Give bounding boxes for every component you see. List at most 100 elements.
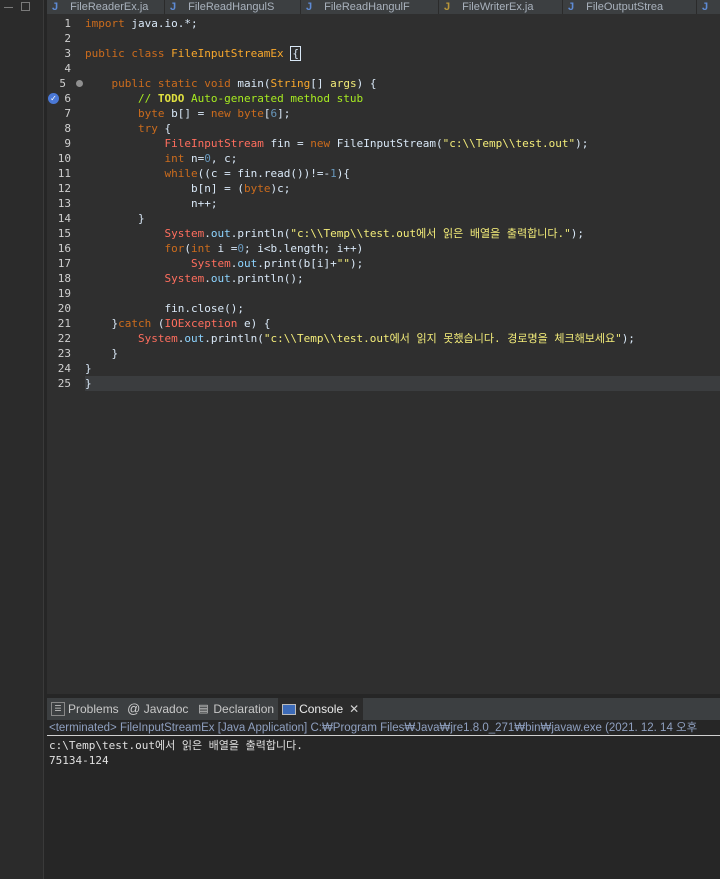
- code-token: import: [85, 17, 125, 30]
- console-output[interactable]: c:\Temp\test.out에서 읽은 배열을 출력합니다. 75134-1…: [49, 738, 719, 768]
- java-file-icon: J: [170, 1, 177, 13]
- code-token: .: [204, 227, 211, 240]
- code-token: public class: [85, 47, 172, 60]
- code-token: for: [164, 242, 185, 255]
- tab-problems[interactable]: ☰ Problems: [47, 698, 123, 720]
- line-number: 23: [57, 347, 71, 360]
- line-number: 5: [59, 77, 66, 90]
- editor-tab[interactable]: J FileOutputStrea: [563, 0, 697, 14]
- code-token: "": [336, 257, 350, 270]
- tab-label: FileOutputStrea: [586, 1, 664, 13]
- code-line: b[n] = (byte)c;: [85, 181, 720, 196]
- code-token: new byte: [210, 107, 264, 120]
- code-token: byte: [243, 182, 271, 195]
- code-line: while((c = fin.read())!=-1){: [85, 166, 720, 181]
- fold-collapse-icon[interactable]: [76, 80, 83, 87]
- code-token: new: [310, 137, 337, 150]
- code-token: FileInputStream(: [336, 137, 443, 150]
- line-number: 11: [57, 167, 71, 180]
- tab-label: FileReadHangulS: [188, 1, 275, 13]
- tab-label: Console: [299, 702, 344, 716]
- code-line: System.out.println("c:\\Temp\\test.out에서…: [85, 331, 720, 346]
- task-marker-icon[interactable]: ✓: [48, 93, 59, 104]
- code-token: }: [85, 347, 119, 360]
- code-token: .: [204, 272, 211, 285]
- code-token: b[] =: [171, 107, 211, 120]
- code-line: try {: [85, 121, 720, 136]
- code-line: System.out.println("c:\\Temp\\test.out에서…: [85, 226, 720, 241]
- code-token: out: [184, 332, 205, 345]
- window-controls: [4, 0, 40, 12]
- line-number: 17: [57, 257, 71, 270]
- code-token: (: [184, 242, 191, 255]
- java-file-icon: J: [52, 1, 59, 13]
- code-token: ) {: [356, 77, 377, 90]
- editor-tab[interactable]: J FileReadHangulS: [165, 0, 301, 14]
- editor-tab[interactable]: J FileWriterEx.ja: [439, 0, 563, 14]
- tab-declaration[interactable]: ▤ Declaration: [192, 698, 278, 720]
- code-line: FileInputStream fin = new FileInputStrea…: [85, 136, 720, 151]
- console-line: 75134-124: [49, 754, 109, 767]
- code-token: args: [330, 77, 357, 90]
- code-token: ];: [277, 107, 291, 120]
- line-number: 20: [57, 302, 71, 315]
- code-line: n++;: [85, 196, 720, 211]
- code-token: System: [137, 332, 178, 345]
- code-editor[interactable]: 1 2 3 4 5 6 7 8 9 10 11 12 13 14 15 16 1…: [47, 14, 720, 694]
- editor-tab[interactable]: J FileReadHangulF: [301, 0, 439, 14]
- line-number: 24: [57, 362, 71, 375]
- tab-console[interactable]: Console ✕: [278, 698, 364, 720]
- editor-tab-active[interactable]: J: [697, 0, 720, 14]
- code-token: ){: [336, 167, 350, 180]
- code-token: []: [310, 77, 331, 90]
- code-token: ((c = fin.read())!=-: [197, 167, 331, 180]
- code-token: }: [85, 362, 92, 375]
- code-token: System: [190, 257, 231, 270]
- code-token: IOException: [164, 317, 238, 330]
- code-token: 1: [330, 167, 337, 180]
- code-token: FileInputStreamEx: [171, 47, 291, 60]
- editor-tab[interactable]: J FileReaderEx.ja: [47, 0, 165, 14]
- code-token: .println();: [230, 272, 304, 285]
- code-line: }: [85, 346, 720, 361]
- maximize-icon[interactable]: [21, 1, 30, 11]
- code-token: }: [85, 377, 92, 390]
- code-token: n=: [190, 152, 205, 165]
- code-line: public static void main(String[] args) {: [85, 76, 720, 91]
- code-token: .println(: [204, 332, 264, 345]
- line-number: 7: [64, 107, 71, 120]
- code-token: main(: [237, 77, 271, 90]
- line-number: 9: [64, 137, 71, 150]
- declaration-icon: ▤: [198, 703, 209, 715]
- code-token: "c:\\Temp\\test.out에서 읽지 못했습니다. 경로명을 체크해…: [263, 332, 622, 345]
- line-number: 8: [64, 122, 71, 135]
- code-token: 0: [237, 242, 244, 255]
- code-token: fin.close();: [85, 302, 244, 315]
- line-number: 18: [57, 272, 71, 285]
- minimize-icon[interactable]: [4, 6, 13, 8]
- matching-brace: {: [290, 46, 301, 61]
- code-line: // TODO Auto-generated method stub: [85, 91, 720, 106]
- line-number: 3: [64, 47, 71, 60]
- java-file-icon: J: [702, 1, 709, 13]
- close-icon[interactable]: ✕: [349, 702, 359, 716]
- tab-label: Declaration: [213, 702, 275, 716]
- tab-javadoc[interactable]: @ Javadoc: [123, 698, 193, 720]
- java-file-icon: J: [306, 1, 313, 13]
- code-token: String: [270, 77, 311, 90]
- code-token: e) {: [237, 317, 271, 330]
- code-token: (: [151, 317, 165, 330]
- code-line: for(int i =0; i<b.length; i++): [85, 241, 720, 256]
- code-text-area[interactable]: import java.io.*; public class FileInput…: [85, 14, 720, 694]
- code-token: java.io.*;: [124, 17, 198, 30]
- code-token: public static void: [111, 77, 238, 90]
- line-number: 21: [57, 317, 71, 330]
- line-number: 2: [64, 32, 71, 45]
- code-token: {: [157, 122, 172, 135]
